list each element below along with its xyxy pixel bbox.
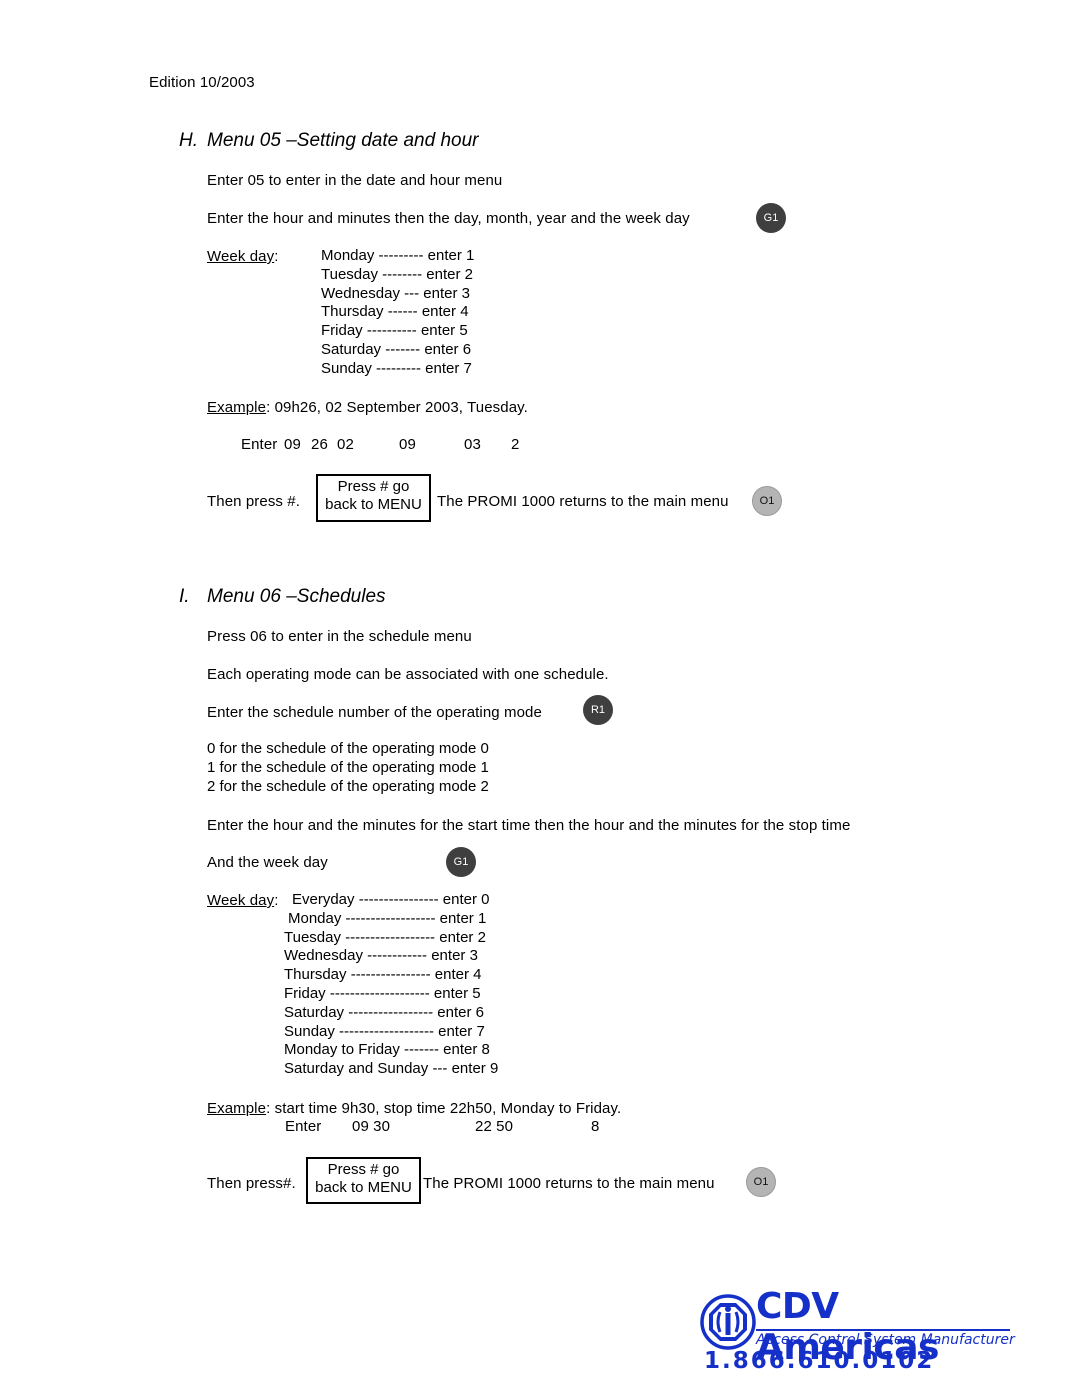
- logo-tagline: Access Control System Manufacturer: [756, 1332, 1015, 1348]
- logo-divider: [756, 1329, 1010, 1331]
- returns-text: The PROMI 1000 returns to the main menu: [423, 1175, 715, 1192]
- weekday-item: Wednesday --- enter 3: [321, 284, 470, 302]
- mode-item: 1 for the schedule of the operating mode…: [207, 758, 489, 776]
- edition-label: Edition 10/2003: [149, 74, 255, 91]
- weekday-item: Tuesday ------------------ enter 2: [284, 928, 486, 946]
- cdv-logo-icon: [700, 1294, 756, 1350]
- press-hash-menu-box: Press # go back to MENU: [306, 1157, 421, 1204]
- menu-box-line-1: Press # go: [327, 1161, 400, 1178]
- weekday-item: Everyday ---------------- enter 0: [292, 891, 490, 908]
- section-h-title: Menu 05 –Setting date and hour: [207, 130, 479, 151]
- section-i-intro: Press 06 to enter in the schedule menu: [207, 628, 472, 645]
- r1-key-badge: R1: [583, 695, 613, 725]
- weekday-item: Sunday ------------------- enter 7: [284, 1022, 485, 1040]
- example-text: : 09h26, 02 September 2003, Tuesday.: [266, 399, 528, 416]
- returns-text: The PROMI 1000 returns to the main menu: [437, 493, 729, 510]
- section-i-example: Example: start time 9h30, stop time 22h5…: [207, 1099, 621, 1118]
- schedule-instruction: Enter the schedule number of the operati…: [207, 704, 542, 721]
- weekday-item: Wednesday ------------ enter 3: [284, 947, 478, 965]
- o1-key-badge: O1: [746, 1167, 776, 1197]
- weekday-item: Friday -------------------- enter 5: [284, 984, 481, 1002]
- weekday-item: Sunday --------- enter 7: [321, 359, 472, 377]
- section-h-weekday-heading: Week day:: [207, 247, 279, 266]
- weekday-prompt: And the week day: [207, 854, 328, 871]
- example-text: : start time 9h30, stop time 22h50, Mond…: [266, 1100, 622, 1117]
- section-h-intro: Enter 05 to enter in the date and hour m…: [207, 172, 503, 189]
- weekday-colon: :: [274, 248, 279, 265]
- enter-month: 09: [399, 436, 416, 453]
- section-h-instruction: Enter the hour and minutes then the day,…: [207, 210, 690, 227]
- menu-box-line-2: back to MENU: [315, 1179, 412, 1196]
- weekday-item: Thursday ---------------- enter 4: [284, 966, 482, 984]
- section-h-letter: H.: [179, 130, 198, 151]
- cdv-americas-logo: CDV Americas Access Control System Manuf…: [700, 1286, 1015, 1374]
- section-i-letter: I.: [179, 586, 190, 607]
- weekday-item: Saturday ----------------- enter 6: [284, 1003, 484, 1021]
- press-hash-menu-box: Press # go back to MENU: [316, 474, 431, 522]
- weekday-colon: :: [274, 892, 279, 909]
- g1-key-badge: G1: [756, 203, 786, 233]
- operating-mode-list: 0 for the schedule of the operating mode…: [207, 740, 489, 796]
- weekday-item: Saturday and Sunday --- enter 9: [284, 1060, 499, 1078]
- section-i-title: Menu 06 –Schedules: [207, 586, 386, 607]
- g1-key-badge-2: G1: [446, 847, 476, 877]
- section-i-weekday-list: Everyday ---------------- enter 0 Monday…: [284, 891, 498, 1079]
- mode-item: 2 for the schedule of the operating mode…: [207, 777, 489, 795]
- weekday-item: Tuesday -------- enter 2: [321, 265, 473, 283]
- mode-item: 0 for the schedule of the operating mode…: [207, 740, 489, 757]
- enter-label: Enter: [285, 1118, 322, 1135]
- example-label: Example: [207, 399, 267, 416]
- example-label: Example: [207, 1100, 267, 1117]
- enter-start-time: 09 30: [352, 1118, 391, 1135]
- section-h-example: Example: 09h26, 02 September 2003, Tuesd…: [207, 398, 528, 417]
- menu-box-line-2: back to MENU: [325, 496, 422, 513]
- weekday-item: Monday ------------------ enter 1: [288, 909, 487, 927]
- enter-year: 03: [464, 436, 481, 453]
- enter-weekday-code: 8: [591, 1118, 600, 1135]
- o1-key-badge: O1: [752, 486, 782, 516]
- menu-box-line-1: Press # go: [337, 478, 410, 495]
- enter-label: Enter: [241, 436, 278, 453]
- weekday-label: Week day: [207, 248, 275, 265]
- section-h-weekday-list: Monday --------- enter 1 Tuesday -------…: [321, 247, 474, 379]
- enter-minutes: 26: [311, 436, 328, 453]
- enter-hour: 09: [284, 436, 301, 453]
- enter-weekday: 2: [511, 436, 520, 453]
- then-press-label: Then press#.: [207, 1175, 296, 1192]
- weekday-item: Friday ---------- enter 5: [321, 322, 468, 340]
- weekday-item: Monday --------- enter 1: [321, 247, 475, 264]
- section-i-assoc: Each operating mode can be associated wi…: [207, 666, 609, 683]
- time-instruction: Enter the hour and the minutes for the s…: [207, 817, 851, 834]
- enter-day: 02: [337, 436, 354, 453]
- weekday-item: Saturday ------- enter 6: [321, 340, 472, 358]
- weekday-item: Monday to Friday ------- enter 8: [284, 1041, 490, 1059]
- section-i-weekday-heading: Week day:: [207, 891, 279, 910]
- weekday-label: Week day: [207, 892, 275, 909]
- then-press-label: Then press #.: [207, 493, 301, 510]
- weekday-item: Thursday ------ enter 4: [321, 303, 469, 321]
- logo-phone: 1.866.610.0102: [704, 1348, 935, 1374]
- enter-stop-time: 22 50: [475, 1118, 514, 1135]
